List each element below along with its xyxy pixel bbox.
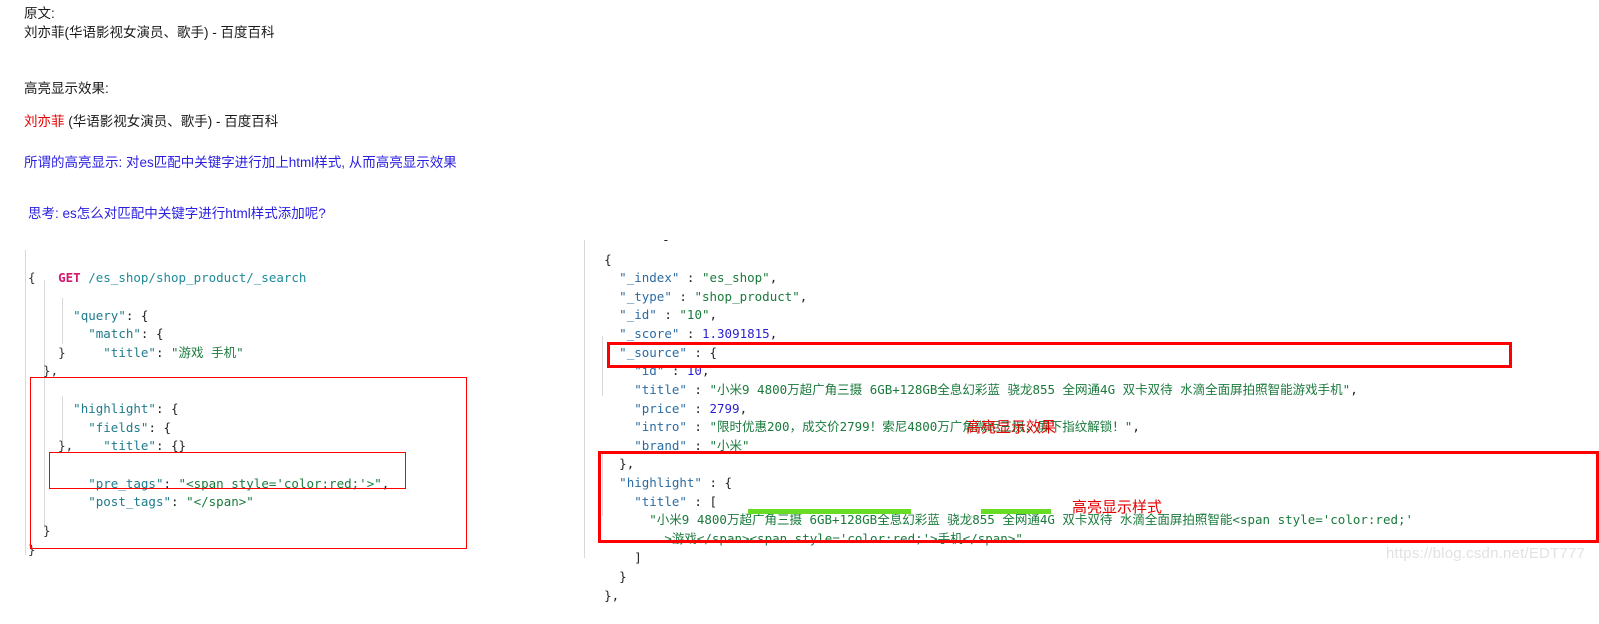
post-tags-key: "post_tags": [88, 493, 172, 509]
post-tag-underline-mark: [981, 509, 1051, 514]
src-brand-key: "brand": [634, 437, 687, 453]
request-line-post-tags: "post_tags": "</span>": [88, 493, 254, 509]
original-label: 原文:: [24, 4, 55, 24]
annotation-effect-label: 高亮显示效果: [966, 418, 1056, 438]
annotation-style-text: 高亮显示样式: [1072, 499, 1163, 516]
original-text: 刘亦菲(华语影视女演员、歌手) - 百度百科: [24, 23, 275, 43]
highlight-example-rest: (华语影视女演员、歌手) - 百度百科: [64, 114, 279, 129]
question-line: 思考: es怎么对匹配中关键字进行html样式添加呢?: [28, 204, 326, 224]
src-brand-value: "小米": [709, 437, 750, 453]
http-method: GET: [58, 269, 81, 285]
post-tags-value: "</span>": [186, 493, 254, 509]
pre-tag-underline-mark: [748, 509, 911, 514]
response-dash: -: [662, 231, 670, 247]
annotation-effect-text: 高亮显示效果: [966, 419, 1057, 436]
match-title-key: "title": [103, 344, 156, 360]
hl-close-brace: }: [619, 568, 627, 584]
request-line-close-root: }: [28, 542, 36, 557]
response-outer-close: },: [604, 587, 620, 603]
highlight-example-line: 刘亦菲 (华语影视女演员、歌手) - 百度百科: [24, 112, 278, 132]
highlighted-keyword: 刘亦菲: [24, 114, 65, 129]
fields-title-key: "title": [103, 437, 156, 453]
explanation-line: 所谓的高亮显示: 对es匹配中关键字进行加上html样式, 从而高亮显示效果: [24, 153, 457, 173]
explanation-text: 所谓的高亮显示: 对es匹配中关键字进行加上html样式, 从而高亮显示效果: [24, 155, 457, 170]
request-path: /es_shop/shop_product/_search: [88, 269, 307, 285]
question-text: 思考: es怎么对匹配中关键字进行html样式添加呢?: [28, 206, 326, 221]
watermark: https://blog.csdn.net/EDT777: [1386, 545, 1585, 562]
highlight-effect-label-text: 高亮显示效果:: [24, 81, 109, 96]
request-line-close-highlight: }: [28, 523, 51, 538]
watermark-text: https://blog.csdn.net/EDT777: [1386, 545, 1586, 562]
annotation-style-label: 高亮显示样式: [1072, 498, 1162, 518]
indent-rail: [25, 250, 26, 555]
match-title-value: "游戏 手机": [171, 344, 244, 360]
request-line-close-query: },: [28, 363, 59, 378]
hl-value-line2: >游戏</span><span style='color:red;'>手机</s…: [664, 530, 1023, 546]
original-text-value: 刘亦菲(华语影视女演员、歌手) - 百度百科: [24, 25, 275, 40]
response-line-outer-close: },: [574, 568, 619, 624]
src-title-value: "小米9 4800万超广角三摄 6GB+128GB全息幻彩蓝 骁龙855 全网通…: [709, 381, 1351, 397]
original-label-text: 原文:: [24, 6, 55, 21]
src-intro-value: "限时优惠200，成交价2799！索尼4800万广角微距三摄，屏下指纹解锁！": [709, 418, 1133, 434]
request-line-close-match: }: [28, 345, 66, 360]
request-code-panel: GET /es_shop/shop_product/_search { "que…: [0, 250, 520, 560]
request-line-open-brace: {: [28, 270, 36, 285]
hl-close-bracket: ]: [634, 549, 642, 565]
request-line-close-fields: },: [28, 438, 74, 453]
highlight-effect-label: 高亮显示效果:: [24, 79, 109, 99]
fields-title-value: {}: [171, 437, 187, 453]
